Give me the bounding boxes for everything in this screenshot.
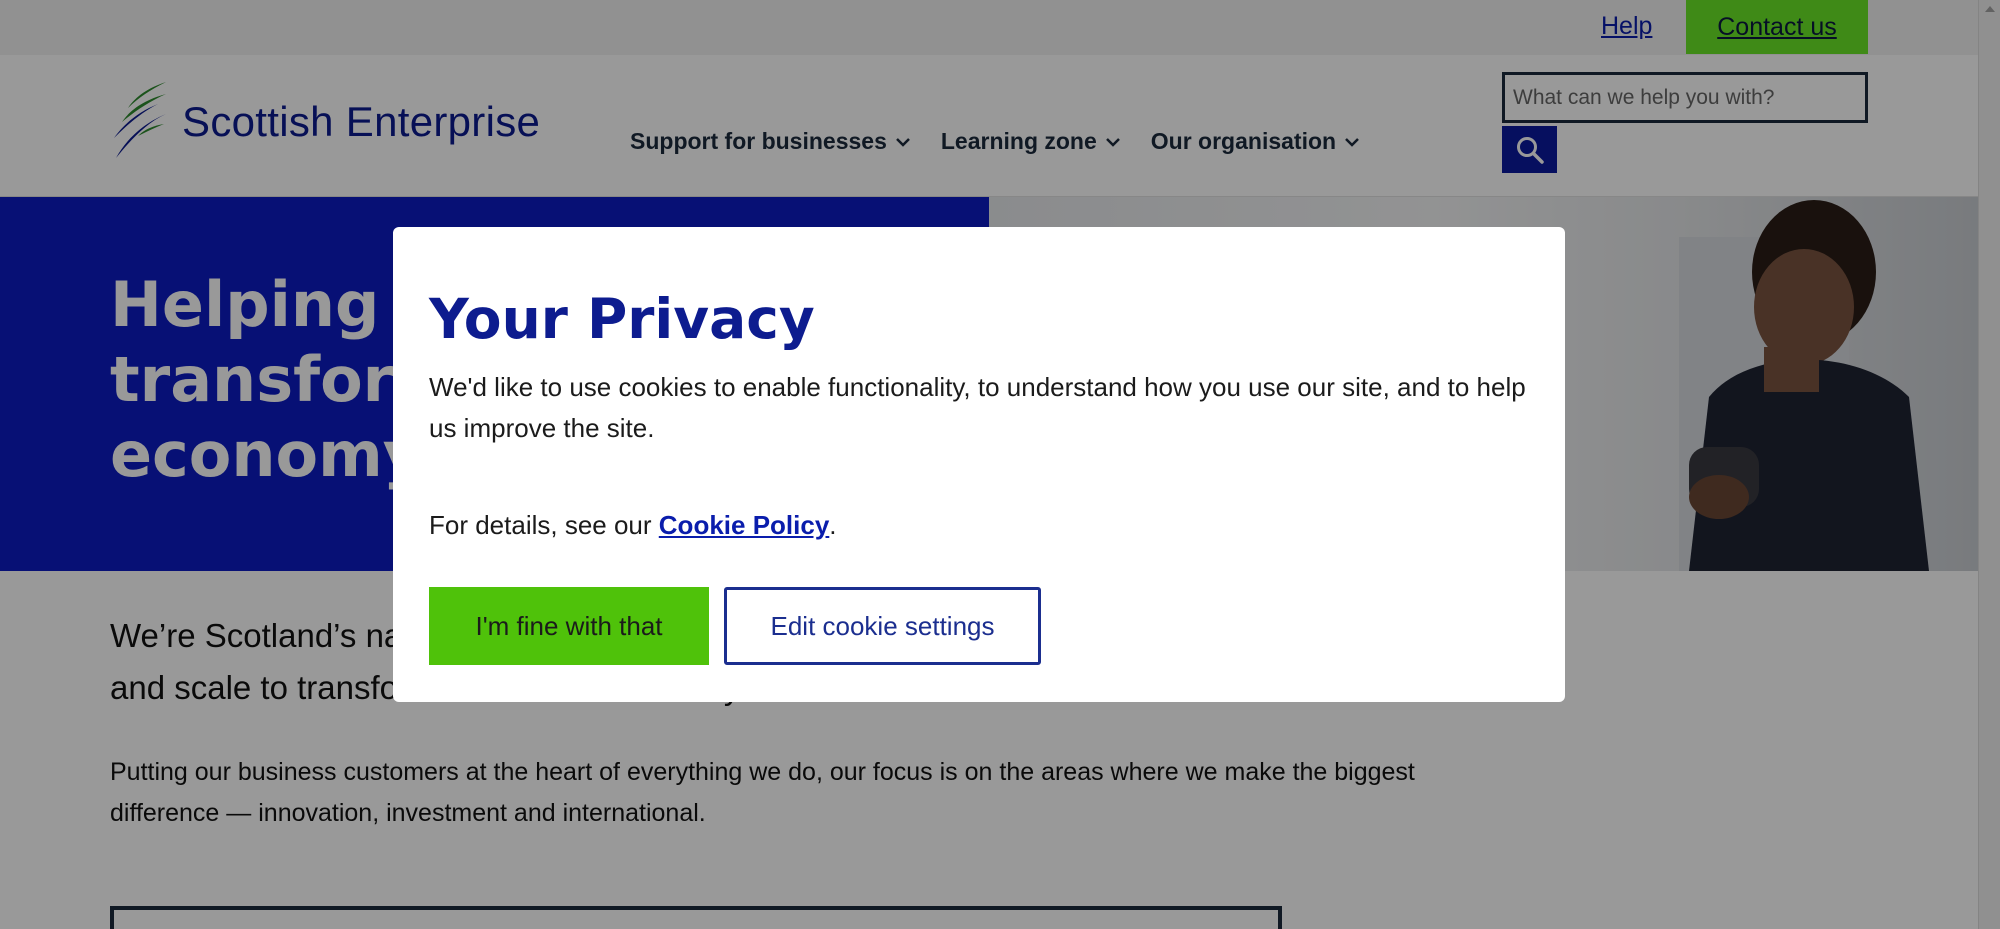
- cookie-details-prefix: For details, see our: [429, 510, 659, 540]
- cookie-details-suffix: .: [829, 510, 837, 540]
- edit-cookie-settings-button[interactable]: Edit cookie settings: [724, 587, 1041, 665]
- cookie-dialog-title: Your Privacy: [429, 287, 815, 351]
- cookie-dialog-text: We'd like to use cookies to enable funct…: [429, 372, 1526, 443]
- cookie-policy-link[interactable]: Cookie Policy: [659, 510, 830, 540]
- cookie-consent-dialog: Your Privacy We'd like to use cookies to…: [393, 227, 1565, 702]
- cookie-details-text: For details, see our Cookie Policy.: [429, 510, 837, 541]
- accept-cookies-button[interactable]: I'm fine with that: [429, 587, 709, 665]
